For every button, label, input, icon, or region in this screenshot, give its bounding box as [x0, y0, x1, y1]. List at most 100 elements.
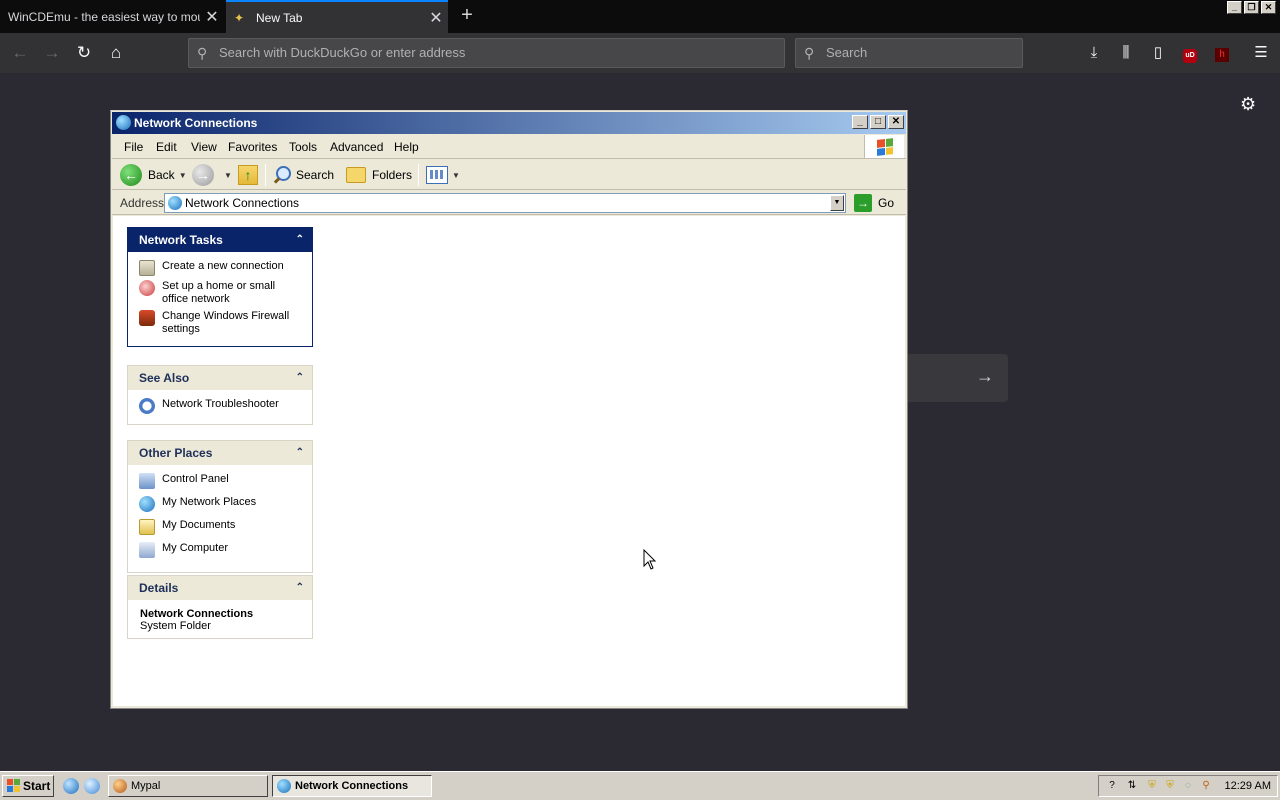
pane-header[interactable]: See Also ⌃ [128, 366, 312, 390]
collapse-chevron-icon[interactable]: ⌃ [296, 366, 304, 390]
link-label: My Documents [162, 519, 236, 531]
windows-logo-icon [7, 779, 20, 792]
network-tray-icon[interactable]: ⇅ [1125, 779, 1139, 793]
tab-title: New Tab [256, 10, 303, 25]
start-label: Start [23, 779, 51, 793]
go-button[interactable]: → Go [854, 193, 894, 213]
key-icon[interactable]: ⚲ [1199, 779, 1213, 793]
arrow-right-icon: → [976, 366, 994, 386]
ublock-icon[interactable]: uD [1176, 39, 1204, 67]
back-button[interactable]: ← Back ▼ [120, 163, 187, 187]
other-places-pane: Other Places ⌃ Control Panel My Network … [127, 440, 313, 573]
task-create-connection[interactable]: Create a new connection [139, 260, 304, 276]
collapse-chevron-icon[interactable]: ⌃ [296, 576, 304, 600]
chevron-down-icon[interactable]: ▼ [830, 195, 844, 211]
pane-title: Details [139, 581, 179, 595]
close-icon[interactable]: ✕ [424, 8, 448, 28]
browser-nav-bar: ← → ↻ ⌂ ⚲ Search with DuckDuckGo or ente… [0, 33, 1280, 73]
views-button[interactable]: ▼ [426, 163, 460, 187]
sidebar-icon[interactable]: ▯ [1144, 39, 1172, 67]
browser-window-controls: _ ❐ ✕ [1227, 1, 1276, 14]
tab-title: WinCDEmu - the easiest way to mount [8, 9, 200, 24]
search-bar[interactable]: ⚲ Search [795, 38, 1023, 68]
newtab-search-go-button[interactable]: → [906, 354, 1008, 402]
menu-advanced[interactable]: Advanced [330, 140, 383, 154]
shield-icon[interactable]: ⛨ [1163, 779, 1177, 793]
reload-icon[interactable]: ↻ [70, 39, 98, 67]
folders-button[interactable]: Folders [346, 163, 412, 187]
menu-file[interactable]: File [124, 140, 143, 154]
pane-header[interactable]: Other Places ⌃ [128, 441, 312, 465]
restore-icon[interactable]: ❐ [1244, 1, 1259, 14]
clock[interactable]: 12:29 AM [1225, 780, 1271, 792]
minimize-icon[interactable]: _ [1227, 1, 1242, 14]
help-icon[interactable]: ? [1105, 779, 1119, 793]
pane-title: Other Places [139, 446, 213, 460]
download-icon[interactable]: ⤓ [1080, 39, 1108, 67]
tab-new-tab[interactable]: ✦ New Tab ✕ [226, 0, 448, 33]
internet-explorer-icon[interactable] [63, 778, 79, 794]
close-icon[interactable]: ✕ [1261, 1, 1276, 14]
home-network-icon [139, 280, 155, 296]
gear-icon[interactable]: ⚙ [1240, 94, 1256, 115]
network-places-icon [139, 496, 155, 512]
chevron-down-icon[interactable]: ▼ [224, 171, 232, 180]
link-label: Control Panel [162, 473, 229, 485]
chevron-down-icon[interactable]: ▼ [179, 171, 187, 180]
folder-content-area: Network Tasks ⌃ Create a new connection … [113, 216, 905, 706]
address-field[interactable]: Network Connections ▼ [164, 193, 846, 213]
task-firewall-settings[interactable]: Change Windows Firewall settings [139, 310, 304, 336]
browser-tab-strip: WinCDEmu - the easiest way to mount ✕ ✦ … [0, 0, 1280, 33]
maximize-icon[interactable]: □ [870, 115, 886, 129]
security-shield-icon[interactable]: ⛨ [1145, 779, 1159, 793]
pane-header[interactable]: Details ⌃ [128, 576, 312, 600]
menu-help[interactable]: Help [394, 140, 419, 154]
system-tray: ? ⇅ ⛨ ⛨ ◌ ⚲ 12:29 AM [1098, 775, 1278, 797]
task-home-network[interactable]: Set up a home or small office network [139, 280, 304, 306]
extension-icon[interactable]: h [1208, 39, 1236, 67]
folders-label: Folders [372, 168, 413, 182]
search-button[interactable]: Search [272, 163, 334, 187]
library-icon[interactable]: ⫼ [1112, 39, 1140, 67]
link-my-documents[interactable]: My Documents [139, 519, 304, 535]
quicklaunch-icon[interactable] [84, 778, 100, 794]
minimize-icon[interactable]: _ [852, 115, 868, 129]
tab-wincdemu[interactable]: WinCDEmu - the easiest way to mount ✕ [0, 0, 224, 33]
address-value: Network Connections [185, 196, 300, 210]
close-icon[interactable]: ✕ [888, 115, 904, 129]
window-title-bar[interactable]: Network Connections _ □ ✕ [112, 112, 906, 134]
control-panel-icon [139, 473, 155, 489]
search-icon: ⚲ [804, 45, 815, 61]
menu-view[interactable]: View [191, 140, 217, 154]
up-folder-button[interactable]: ↑ [238, 163, 258, 187]
link-network-troubleshooter[interactable]: Network Troubleshooter [139, 398, 304, 414]
toolbar-separator [418, 164, 419, 186]
sync-icon[interactable]: ◌ [1181, 779, 1195, 793]
forward-arrow-icon: → [192, 164, 214, 186]
start-button[interactable]: Start [2, 775, 54, 797]
new-tab-plus-icon[interactable]: + [456, 4, 478, 28]
toolbar-separator [265, 164, 266, 186]
taskbar-task-mypal[interactable]: Mypal [108, 775, 268, 797]
url-bar[interactable]: ⚲ Search with DuckDuckGo or enter addres… [188, 38, 785, 68]
home-icon[interactable]: ⌂ [102, 39, 130, 67]
network-globe-icon [277, 779, 291, 793]
forward-button[interactable]: → ▼ [192, 163, 232, 187]
chevron-down-icon[interactable]: ▼ [452, 171, 460, 180]
menu-tools[interactable]: Tools [289, 140, 317, 154]
menu-edit[interactable]: Edit [156, 140, 177, 154]
hamburger-menu-icon[interactable]: ☰ [1247, 39, 1275, 67]
collapse-chevron-icon[interactable]: ⌃ [296, 228, 304, 252]
collapse-chevron-icon[interactable]: ⌃ [296, 441, 304, 465]
menu-favorites[interactable]: Favorites [228, 140, 277, 154]
pane-header[interactable]: Network Tasks ⌃ [128, 228, 312, 252]
forward-arrow-icon[interactable]: → [38, 39, 66, 67]
link-my-computer[interactable]: My Computer [139, 542, 304, 558]
close-icon[interactable]: ✕ [200, 7, 224, 27]
link-my-network-places[interactable]: My Network Places [139, 496, 304, 512]
firewall-icon [139, 310, 155, 326]
network-globe-icon [116, 115, 131, 130]
back-arrow-icon[interactable]: ← [6, 39, 34, 67]
link-control-panel[interactable]: Control Panel [139, 473, 304, 489]
taskbar-task-network-connections[interactable]: Network Connections [272, 775, 432, 797]
